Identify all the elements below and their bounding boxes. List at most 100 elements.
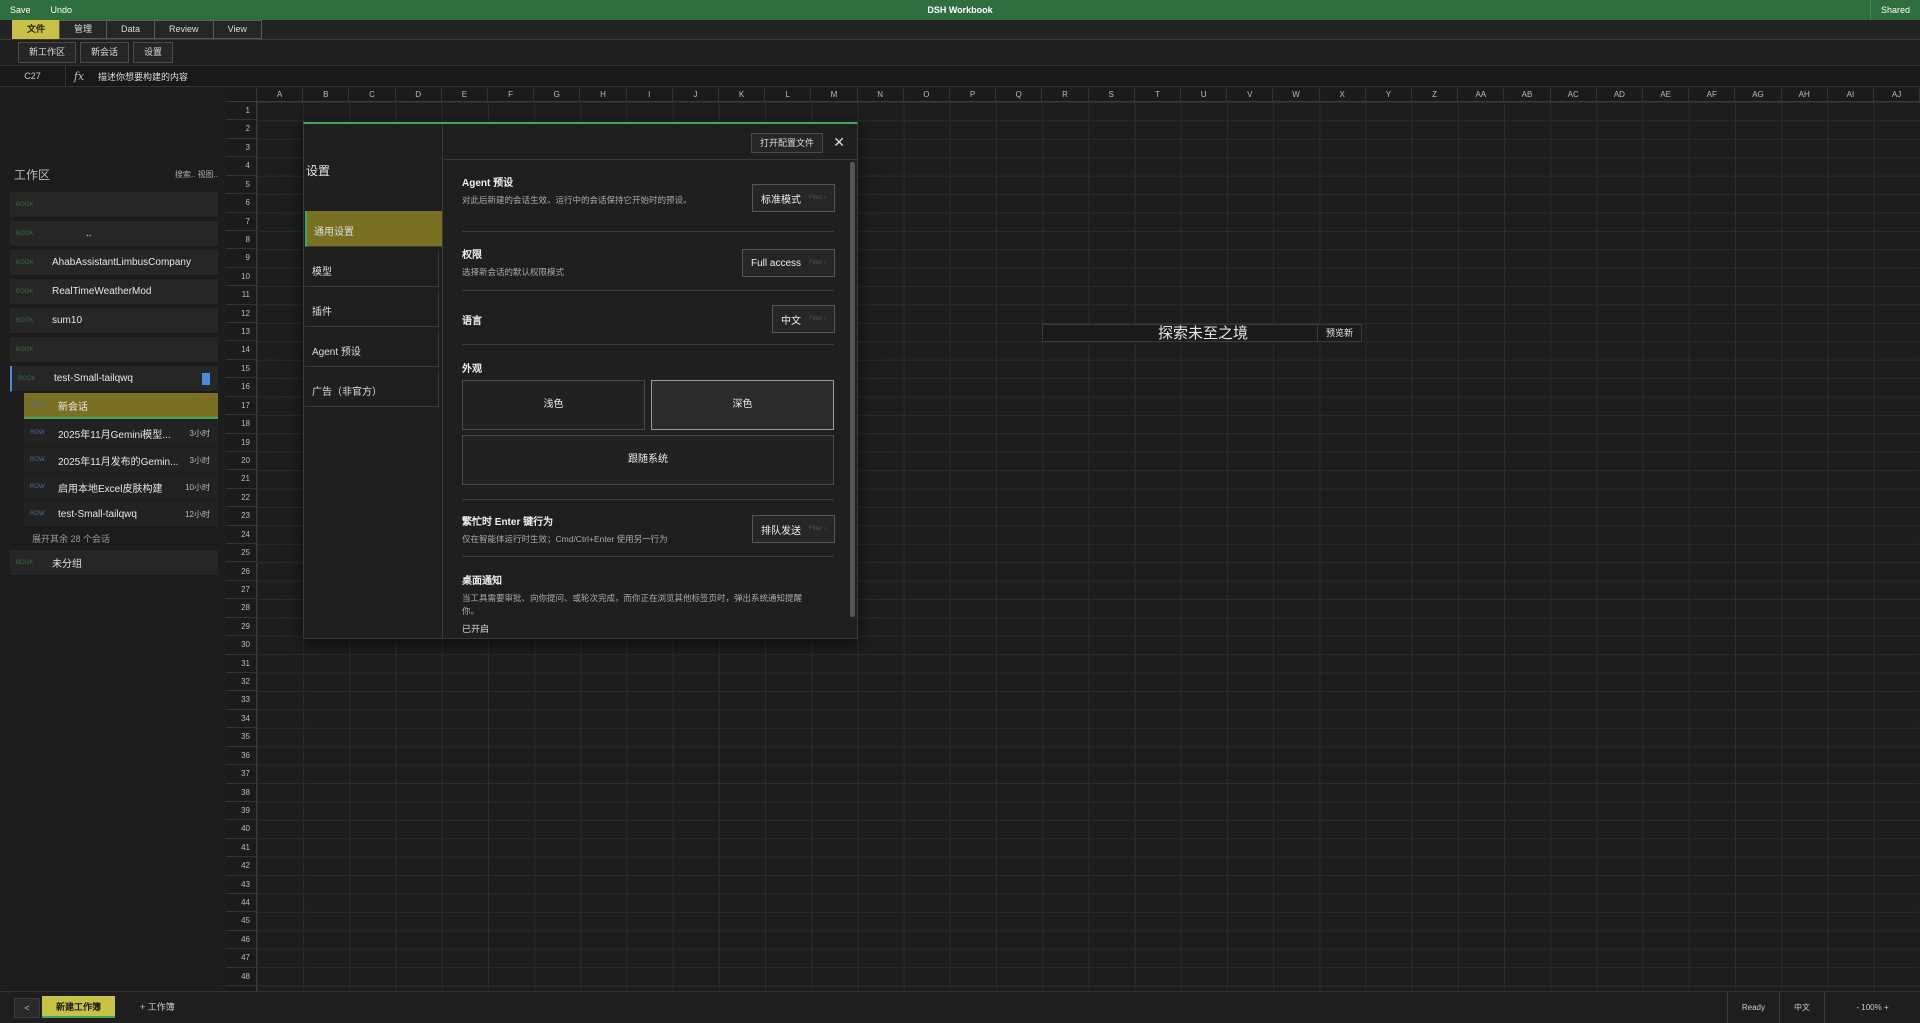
row-header[interactable]: 11	[226, 286, 257, 305]
row-header[interactable]: 31	[226, 654, 257, 673]
row-header[interactable]: 18	[226, 415, 257, 434]
column-header[interactable]: L	[765, 88, 812, 102]
workspace-item[interactable]: BOOK ..	[10, 221, 218, 247]
column-header[interactable]: P	[950, 88, 997, 102]
workspace-item[interactable]: BOOK	[10, 192, 218, 218]
settings-button[interactable]: 设置	[133, 42, 174, 63]
column-header[interactable]: H	[580, 88, 627, 102]
column-header[interactable]: AF	[1689, 88, 1736, 102]
row-header[interactable]: 14	[226, 341, 257, 360]
workspace-item-ungrouped[interactable]: BOOK 未分组	[10, 550, 218, 576]
add-sheet-button[interactable]: + 工作簿	[140, 1000, 175, 1013]
expand-sessions-link[interactable]: 展开其余 28 个会话	[32, 532, 110, 545]
row-header[interactable]: 2	[226, 120, 257, 139]
column-header[interactable]: AB	[1504, 88, 1551, 102]
column-header[interactable]: R	[1042, 88, 1089, 102]
save-button[interactable]: Save	[0, 0, 41, 20]
row-header[interactable]: 15	[226, 359, 257, 379]
column-header[interactable]: Z	[1412, 88, 1459, 102]
select-all-corner[interactable]	[226, 88, 257, 102]
row-header[interactable]: 28	[226, 599, 257, 618]
row-header[interactable]: 33	[226, 691, 257, 710]
sidebar-actions[interactable]: 搜索.. 视图..	[175, 169, 218, 180]
row-header[interactable]: 12	[226, 304, 257, 324]
row-header[interactable]: 13	[226, 323, 257, 342]
row-header[interactable]: 3	[226, 138, 257, 158]
nav-general[interactable]: 通用设置	[305, 211, 443, 247]
row-header[interactable]: 24	[226, 525, 257, 545]
column-header[interactable]: S	[1088, 88, 1135, 102]
column-header[interactable]: AE	[1643, 88, 1690, 102]
permission-select[interactable]: Full access Filter ›	[741, 249, 835, 277]
row-header[interactable]: 27	[226, 580, 257, 600]
row-header[interactable]: 46	[226, 930, 257, 950]
column-header[interactable]: AG	[1735, 88, 1782, 102]
column-header[interactable]: AC	[1550, 88, 1597, 102]
column-header[interactable]: Y	[1365, 88, 1412, 102]
column-header[interactable]: K	[719, 88, 766, 102]
notify-status-toggle[interactable]: 已开启	[462, 622, 834, 635]
sheet-prev-button[interactable]: <	[14, 998, 40, 1018]
column-header[interactable]: J	[672, 88, 719, 102]
language-indicator[interactable]: 中文	[1779, 992, 1824, 1023]
column-header[interactable]: V	[1227, 88, 1274, 102]
row-header[interactable]: 26	[226, 562, 257, 581]
row-header[interactable]: 32	[226, 673, 257, 692]
column-header[interactable]: E	[441, 88, 488, 102]
column-header[interactable]: W	[1273, 88, 1320, 102]
row-header[interactable]: 45	[226, 912, 257, 931]
workspace-item[interactable]: BOOK RealTimeWeatherMod	[10, 279, 218, 305]
undo-button[interactable]: Undo	[41, 0, 83, 20]
row-header[interactable]: 21	[226, 470, 257, 489]
row-header[interactable]: 37	[226, 765, 257, 784]
row-header[interactable]: 4	[226, 157, 257, 176]
tab-view[interactable]: View	[212, 20, 262, 39]
open-config-button[interactable]: 打开配置文件	[750, 133, 823, 153]
session-item[interactable]: ROW 2025年11月Gemini模型... 3小时	[24, 420, 218, 446]
tab-manage[interactable]: 管理	[59, 20, 108, 39]
row-header[interactable]: 25	[226, 544, 257, 563]
row-header[interactable]: 5	[226, 175, 257, 195]
name-box[interactable]: C27	[0, 66, 66, 86]
theme-dark-button[interactable]: 深色	[651, 380, 834, 430]
nav-ads[interactable]: 广告（非官方）	[305, 371, 439, 407]
theme-system-button[interactable]: 跟随系统	[462, 435, 834, 485]
theme-light-button[interactable]: 浅色	[462, 380, 645, 430]
row-header[interactable]: 42	[226, 857, 257, 876]
column-header[interactable]: N	[857, 88, 904, 102]
row-header[interactable]: 35	[226, 728, 257, 747]
row-header[interactable]: 39	[226, 801, 257, 821]
nav-plugins[interactable]: 插件	[305, 291, 439, 327]
row-header[interactable]: 16	[226, 378, 257, 397]
row-header[interactable]: 43	[226, 875, 257, 895]
row-header[interactable]: 9	[226, 249, 257, 268]
row-header[interactable]: 40	[226, 820, 257, 839]
column-header[interactable]: AJ	[1874, 88, 1920, 102]
column-header[interactable]: AA	[1458, 88, 1505, 102]
sheet-tab[interactable]: 新建工作簿	[42, 996, 116, 1018]
nav-agent-preset[interactable]: Agent 预设	[305, 331, 439, 367]
column-header[interactable]: I	[626, 88, 673, 102]
column-header[interactable]: D	[395, 88, 442, 102]
row-header[interactable]: 36	[226, 746, 257, 766]
column-header[interactable]: T	[1134, 88, 1181, 102]
workspace-item[interactable]: BOOK AhabAssistantLimbusCompany	[10, 250, 218, 276]
nav-model[interactable]: 模型	[305, 251, 439, 287]
tab-review[interactable]: Review	[154, 20, 214, 39]
row-header[interactable]: 10	[226, 267, 257, 287]
language-select[interactable]: 中文 Filter ›	[772, 305, 835, 333]
close-icon[interactable]: ✕	[833, 134, 845, 150]
zoom-control[interactable]: - 100% +	[1824, 992, 1920, 1023]
column-header[interactable]: AH	[1781, 88, 1828, 102]
column-header[interactable]: M	[811, 88, 858, 102]
row-header[interactable]: 44	[226, 894, 257, 913]
row-header[interactable]: 20	[226, 451, 257, 471]
workspace-item[interactable]: BOOK test-Small-tailqwq	[10, 366, 218, 392]
row-header[interactable]: 1	[226, 102, 257, 121]
column-header[interactable]: F	[488, 88, 535, 102]
column-header[interactable]: Q	[996, 88, 1043, 102]
row-header[interactable]: 29	[226, 617, 257, 637]
row-header[interactable]: 23	[226, 507, 257, 526]
settings-scrollbar[interactable]	[850, 162, 855, 617]
new-workspace-button[interactable]: 新工作区	[18, 42, 77, 63]
